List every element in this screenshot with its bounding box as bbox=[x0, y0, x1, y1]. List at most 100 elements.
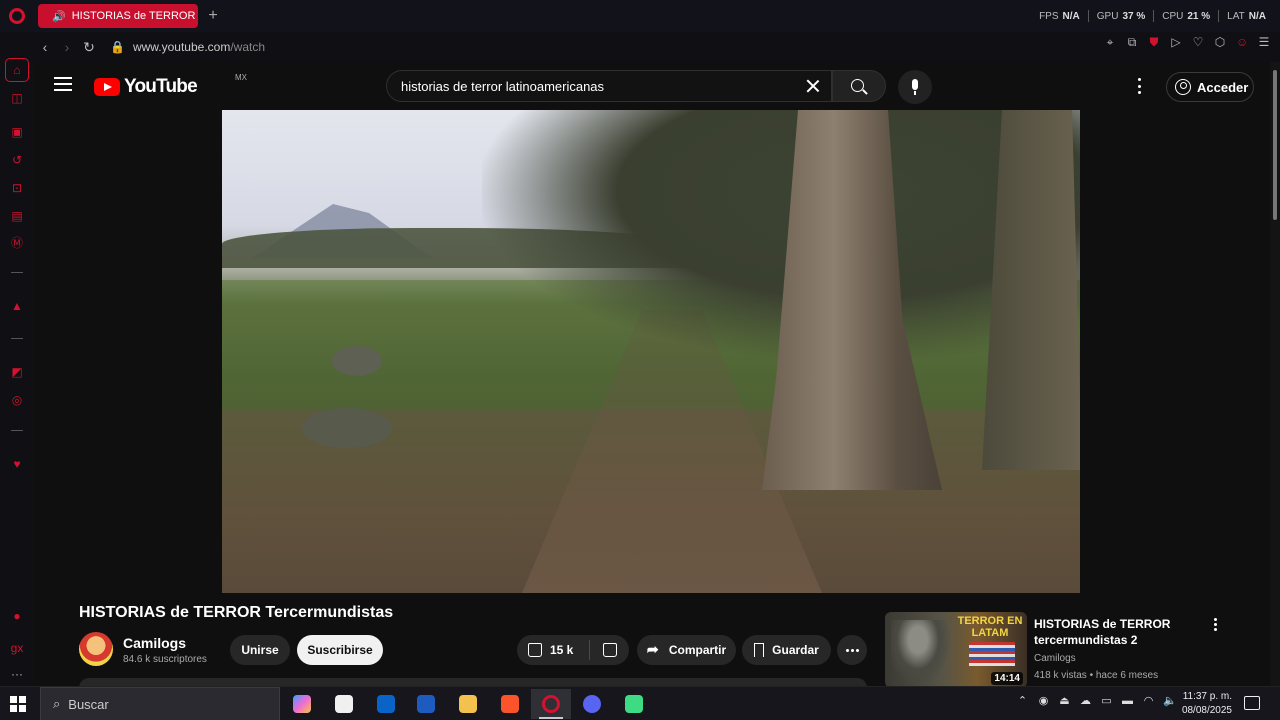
description-box[interactable] bbox=[79, 678, 867, 686]
more-actions-button[interactable] bbox=[837, 635, 867, 665]
settings-menu-button[interactable] bbox=[1138, 78, 1142, 94]
notification-center-icon[interactable] bbox=[1244, 696, 1260, 710]
like-dislike-group: 15 k bbox=[517, 635, 629, 665]
discord-icon[interactable] bbox=[572, 689, 612, 719]
youtube-logo[interactable]: YouTube MX bbox=[94, 73, 247, 98]
reload-button[interactable]: ↻ bbox=[78, 36, 100, 58]
aria-ai-icon[interactable]: ▲ bbox=[7, 296, 27, 316]
stat-gpu: GPU 37 % bbox=[1096, 10, 1146, 22]
related-video-menu-button[interactable] bbox=[1214, 618, 1217, 631]
taskbar-search[interactable]: ⌕ Buscar bbox=[40, 687, 280, 720]
related-video-channel[interactable]: Camilogs bbox=[1034, 653, 1076, 664]
video-title: HISTORIAS de TERROR Tercermundistas bbox=[79, 604, 394, 621]
outlook-icon[interactable] bbox=[366, 689, 406, 719]
related-video-item[interactable]: TERROR EN LATAM 14:14 HISTORIAS de TERRO… bbox=[885, 612, 1225, 686]
snapshot-icon[interactable]: ⧉ bbox=[1126, 36, 1138, 48]
opera-sidebar: ⌂ ◫ ▣ ↺ ⊡ ▤ Ⓜ ▲ ◩ ◎ ♥ ● gx ··· bbox=[0, 56, 34, 686]
adblock-shield-icon[interactable]: ⛊ bbox=[1148, 36, 1160, 48]
gx-control-icon[interactable]: gx bbox=[7, 638, 27, 658]
clock-time: 11:37 p. m. bbox=[1182, 691, 1232, 702]
player-icon[interactable]: ▷ bbox=[1170, 36, 1182, 48]
share-button[interactable]: Compartir bbox=[637, 635, 736, 665]
stat-lat: LAT N/A bbox=[1227, 10, 1266, 22]
related-video-thumbnail[interactable]: TERROR EN LATAM 14:14 bbox=[885, 612, 1027, 686]
scrollbar-thumb[interactable] bbox=[1273, 70, 1277, 220]
windows-start-icon[interactable] bbox=[10, 696, 26, 712]
address-bar-tools: ⌖ ⧉ ⛊ ▷ ♡ ⬡ ☺ ☰ bbox=[1104, 36, 1270, 48]
thumbnail-text: TERROR EN LATAM bbox=[957, 615, 1023, 639]
youtube-page: YouTube MX historias de terror latinoame… bbox=[34, 62, 1270, 686]
android-app-icon[interactable] bbox=[614, 689, 654, 719]
related-video-title[interactable]: HISTORIAS de TERROR tercermundistas 2 bbox=[1034, 616, 1184, 648]
tray-app-icon[interactable]: ◉ bbox=[1037, 695, 1050, 708]
favorites-heart-icon[interactable]: ♥ bbox=[7, 454, 27, 474]
lock-icon: 🔒 bbox=[110, 40, 125, 54]
opera-gx-icon[interactable] bbox=[531, 689, 571, 719]
channel-avatar[interactable] bbox=[79, 632, 113, 666]
history-icon[interactable]: ↺ bbox=[7, 150, 27, 170]
stat-cpu: CPU 21 % bbox=[1162, 10, 1211, 22]
microphone-icon bbox=[912, 79, 918, 95]
show-hidden-icons-icon[interactable]: ⌃ bbox=[1016, 695, 1029, 708]
back-button[interactable]: ‹ bbox=[34, 36, 56, 58]
twitch-icon[interactable]: ◩ bbox=[7, 362, 27, 382]
channel-name[interactable]: Camilogs bbox=[123, 635, 186, 651]
music-icon[interactable]: Ⓜ bbox=[7, 232, 27, 252]
voice-search-button[interactable] bbox=[898, 70, 932, 104]
search-icon: ⌕ bbox=[53, 696, 61, 711]
subscriber-count: 84.6 k suscriptores bbox=[123, 654, 207, 665]
sign-in-button[interactable]: Acceder bbox=[1166, 72, 1254, 102]
easy-setup-icon[interactable]: ☰ bbox=[1258, 36, 1270, 48]
sidebar-more-icon[interactable]: ··· bbox=[7, 664, 27, 684]
profile-icon[interactable]: ☺ bbox=[1236, 36, 1248, 48]
taskbar-clock[interactable]: 11:37 p. m. 08/08/2025 bbox=[1176, 690, 1232, 718]
join-button[interactable]: Unirse bbox=[230, 635, 290, 665]
windows-taskbar: ⌕ Buscar ⌃ ◉ ⏏ ☁ ▭ ▬ ◠ 🔈 11:37 p. m. 08/… bbox=[0, 686, 1280, 720]
url-field[interactable]: 🔒 www.youtube.com/watch bbox=[110, 40, 265, 54]
whatsapp-icon[interactable]: ◎ bbox=[7, 390, 27, 410]
system-tray: ⌃ ◉ ⏏ ☁ ▭ ▬ ◠ 🔈 bbox=[1016, 695, 1177, 708]
gamepad-icon[interactable]: ◫ bbox=[7, 88, 27, 108]
display-icon[interactable]: ▭ bbox=[1100, 695, 1113, 708]
wallpaper-icon[interactable]: ▤ bbox=[7, 206, 27, 226]
pin-icon[interactable]: ⌖ bbox=[1104, 36, 1116, 48]
page-scrollbar[interactable] bbox=[1270, 62, 1280, 686]
youtube-play-icon bbox=[94, 78, 120, 96]
guide-menu-button[interactable] bbox=[54, 77, 72, 91]
usb-icon[interactable]: ⏏ bbox=[1058, 695, 1071, 708]
wifi-icon[interactable]: ◠ bbox=[1142, 695, 1155, 708]
game-news-icon[interactable]: ▣ bbox=[7, 122, 27, 142]
search-input[interactable]: historias de terror latinoamericanas bbox=[386, 70, 832, 102]
volume-icon[interactable]: 🔈 bbox=[1163, 695, 1177, 708]
video-duration: 14:14 bbox=[991, 672, 1023, 685]
related-video-meta: 418 k vistas • hace 6 meses bbox=[1034, 670, 1159, 681]
address-bar: ‹ › ↻ 🔒 www.youtube.com/watch ⌖ ⧉ ⛊ ▷ ♡ … bbox=[34, 32, 1280, 62]
battery-icon[interactable]: ▬ bbox=[1121, 695, 1134, 708]
new-tab-button[interactable]: + bbox=[204, 7, 222, 25]
store-icon[interactable]: ⊡ bbox=[7, 178, 27, 198]
opera-logo-icon[interactable] bbox=[0, 0, 34, 32]
brave-browser-icon[interactable] bbox=[490, 689, 530, 719]
search-query: historias de terror latinoamericanas bbox=[401, 78, 605, 94]
extensions-icon[interactable]: ⬡ bbox=[1214, 36, 1226, 48]
copilot-icon[interactable] bbox=[282, 689, 322, 719]
heart-icon[interactable]: ♡ bbox=[1192, 36, 1204, 48]
clear-search-icon[interactable] bbox=[805, 78, 821, 94]
file-explorer-icon[interactable] bbox=[448, 689, 488, 719]
forward-button[interactable]: › bbox=[56, 36, 78, 58]
sidebar-power-icon[interactable]: ● bbox=[7, 606, 27, 626]
microsoft-store-icon[interactable] bbox=[324, 689, 364, 719]
search-button[interactable] bbox=[832, 70, 886, 102]
browser-tab[interactable]: 🔊 HISTORIAS de TERROR Tercermundistas - … bbox=[38, 4, 198, 28]
subscribe-button[interactable]: Suscribirse bbox=[297, 635, 383, 665]
home-icon[interactable]: ⌂ bbox=[5, 58, 29, 82]
video-player[interactable] bbox=[222, 110, 1080, 593]
word-icon[interactable] bbox=[406, 689, 446, 719]
share-icon bbox=[647, 641, 661, 658]
like-button[interactable]: 15 k bbox=[517, 643, 589, 657]
save-button[interactable]: Guardar bbox=[742, 635, 831, 665]
dislike-button[interactable] bbox=[590, 643, 629, 657]
search-icon bbox=[851, 79, 864, 92]
bookmark-icon bbox=[754, 643, 765, 657]
cloud-icon[interactable]: ☁ bbox=[1079, 695, 1092, 708]
